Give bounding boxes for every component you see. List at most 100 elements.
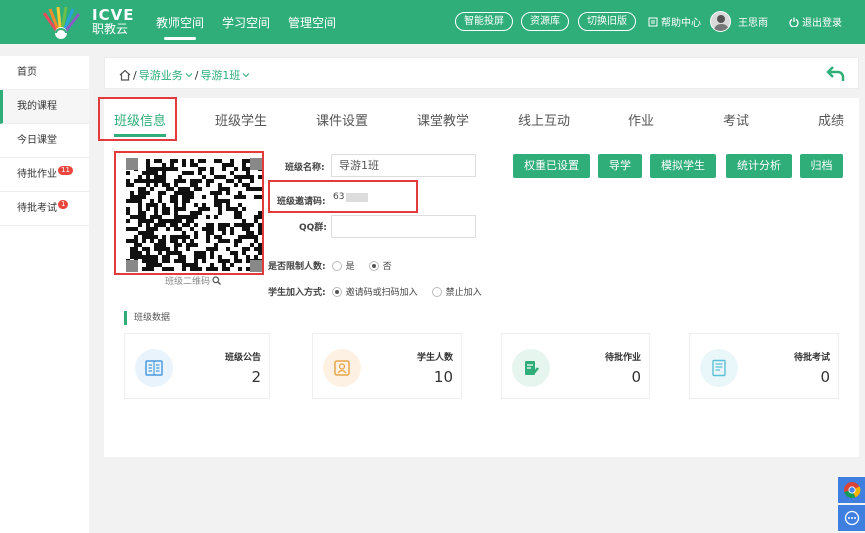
- stat-value: 0: [631, 368, 641, 386]
- avatar[interactable]: [710, 11, 731, 32]
- sidebar: 首页 我的课程 今日课堂 待批作业 11 待批考试 1: [0, 56, 89, 533]
- stat-value: 2: [251, 368, 261, 386]
- sidebar-item-pending-exams[interactable]: 待批考试 1: [0, 192, 89, 226]
- nav-learning-space[interactable]: 学习空间: [222, 14, 270, 31]
- simulate-student-button[interactable]: 模拟学生: [650, 154, 716, 178]
- sidebar-item-pending-homework[interactable]: 待批作业 11: [0, 158, 89, 192]
- limit-yes-label: 是: [345, 262, 355, 272]
- class-name-field[interactable]: 导游1班: [331, 154, 476, 177]
- tab-bar: 班级信息 班级学生 课件设置 课堂教学 线上互动 作业 考试 成绩: [104, 98, 859, 142]
- exam-paper-icon: [700, 349, 738, 387]
- main-nav: 教师空间 学习空间 管理空间: [156, 14, 336, 40]
- back-arrow-icon[interactable]: [826, 63, 846, 83]
- stat-value: 10: [433, 368, 453, 386]
- browser-widget[interactable]: [838, 477, 865, 503]
- tab-online-interaction[interactable]: 线上互动: [518, 110, 570, 129]
- radio-checked-icon[interactable]: [331, 286, 342, 297]
- tab-homework[interactable]: 作业: [628, 110, 654, 129]
- limit-label: 是否限制人数:: [268, 262, 326, 272]
- switch-old-version-button[interactable]: 切换旧版: [578, 12, 636, 31]
- guide-button[interactable]: 导学: [598, 154, 642, 178]
- help-icon: [648, 17, 658, 26]
- zoom-icon[interactable]: [212, 276, 221, 285]
- sidebar-item-label: 待批考试: [17, 203, 57, 214]
- stat-label: 待批作业: [604, 353, 641, 363]
- class-name-label: 班级名称:: [285, 163, 325, 173]
- chevron-down-icon[interactable]: [242, 71, 250, 79]
- count-badge: 1: [58, 200, 69, 209]
- stat-card-homework[interactable]: 待批作业 0: [501, 333, 650, 399]
- join-invite-label: 邀请码或扫码加入: [345, 288, 418, 298]
- user-name-label: 王思雨: [738, 18, 768, 29]
- edit-document-icon: [512, 349, 550, 387]
- join-forbid-option[interactable]: 禁止加入: [431, 285, 482, 298]
- tab-class-students[interactable]: 班级学生: [215, 110, 267, 129]
- weight-set-button[interactable]: 权重已设置: [513, 154, 590, 178]
- sidebar-item-label: 首页: [17, 67, 37, 78]
- sidebar-item-home[interactable]: 首页: [0, 56, 89, 90]
- join-invite-option[interactable]: 邀请码或扫码加入: [331, 285, 418, 298]
- limit-yes-option[interactable]: 是: [331, 259, 355, 272]
- logout-link[interactable]: 退出登录: [789, 14, 842, 29]
- breadcrumb-separator: /: [133, 68, 137, 82]
- sidebar-item-today-class[interactable]: 今日课堂: [0, 124, 89, 158]
- tab-exams[interactable]: 考试: [723, 110, 749, 129]
- chat-widget[interactable]: [838, 505, 865, 531]
- stat-label: 班级公告: [224, 353, 261, 363]
- qq-group-label: QQ群:: [299, 223, 327, 233]
- join-radio-group: 学生加入方式: 邀请码或扫码加入 禁止加入: [268, 285, 496, 298]
- help-center-link[interactable]: 帮助中心: [648, 14, 701, 29]
- stat-card-students[interactable]: 学生人数 10: [312, 333, 462, 399]
- sidebar-item-my-courses[interactable]: 我的课程: [0, 90, 89, 124]
- brand-cn: 职教云: [92, 22, 129, 36]
- help-center-label: 帮助中心: [661, 18, 701, 29]
- radio-icon[interactable]: [331, 260, 342, 271]
- power-icon: [789, 17, 799, 27]
- join-label: 学生加入方式:: [268, 288, 326, 298]
- sidebar-item-label: 我的课程: [17, 101, 57, 112]
- count-badge: 11: [58, 166, 73, 175]
- stat-label: 学生人数: [416, 353, 453, 363]
- statistics-button[interactable]: 统计分析: [726, 154, 792, 178]
- breadcrumb: / 导游业务 / 导游1班: [104, 57, 859, 89]
- resource-library-button[interactable]: 资源库: [521, 12, 569, 31]
- sidebar-item-label: 待批作业: [17, 169, 57, 180]
- chevron-down-icon[interactable]: [185, 71, 193, 79]
- nav-management-space[interactable]: 管理空间: [288, 14, 336, 31]
- qq-group-field[interactable]: [331, 215, 476, 238]
- breadcrumb-course[interactable]: 导游业务: [139, 67, 183, 83]
- user-name[interactable]: 王思雨: [738, 14, 768, 29]
- tab-classroom-teaching[interactable]: 课堂教学: [417, 110, 469, 129]
- chat-bubble-icon: [844, 510, 859, 526]
- stat-label: 待批考试: [793, 353, 830, 363]
- qr-caption[interactable]: 班级二维码: [165, 274, 221, 287]
- limit-no-option[interactable]: 否: [368, 259, 392, 272]
- radio-icon[interactable]: [431, 286, 442, 297]
- highlight-box-invite: [268, 180, 418, 213]
- chrome-icon: [843, 482, 860, 498]
- brand-en: ICVE: [92, 6, 135, 24]
- top-bar: ICVE 职教云 教师空间 学习空间 管理空间 智能投屏 资源库 切换旧版 帮助…: [0, 0, 865, 44]
- breadcrumb-trail: / 导游业务 / 导游1班: [119, 67, 250, 83]
- breadcrumb-class[interactable]: 导游1班: [200, 67, 240, 83]
- highlight-box-tab: [98, 97, 177, 141]
- tab-grades[interactable]: 成绩: [818, 110, 844, 129]
- tab-courseware-settings[interactable]: 课件设置: [316, 110, 368, 129]
- archive-button[interactable]: 归档: [800, 154, 843, 178]
- student-card-icon: [323, 349, 361, 387]
- smart-cast-button[interactable]: 智能投屏: [455, 12, 513, 31]
- qr-caption-label: 班级二维码: [165, 277, 211, 287]
- nav-teacher-space[interactable]: 教师空间: [156, 14, 204, 40]
- limit-no-label: 否: [382, 262, 392, 272]
- class-data-title: 班级数据: [124, 311, 170, 325]
- icve-logo-icon[interactable]: [38, 5, 84, 39]
- breadcrumb-separator: /: [194, 68, 199, 82]
- highlight-box-qr: [114, 151, 264, 275]
- limit-radio-group: 是否限制人数: 是 否: [268, 259, 406, 272]
- home-icon[interactable]: [119, 69, 131, 81]
- radio-checked-icon[interactable]: [368, 260, 379, 271]
- stat-card-exams[interactable]: 待批考试 0: [689, 333, 839, 399]
- brand: ICVE 职教云: [92, 6, 135, 37]
- stat-card-announcements[interactable]: 班级公告 2: [124, 333, 270, 399]
- sidebar-item-label: 今日课堂: [17, 135, 57, 146]
